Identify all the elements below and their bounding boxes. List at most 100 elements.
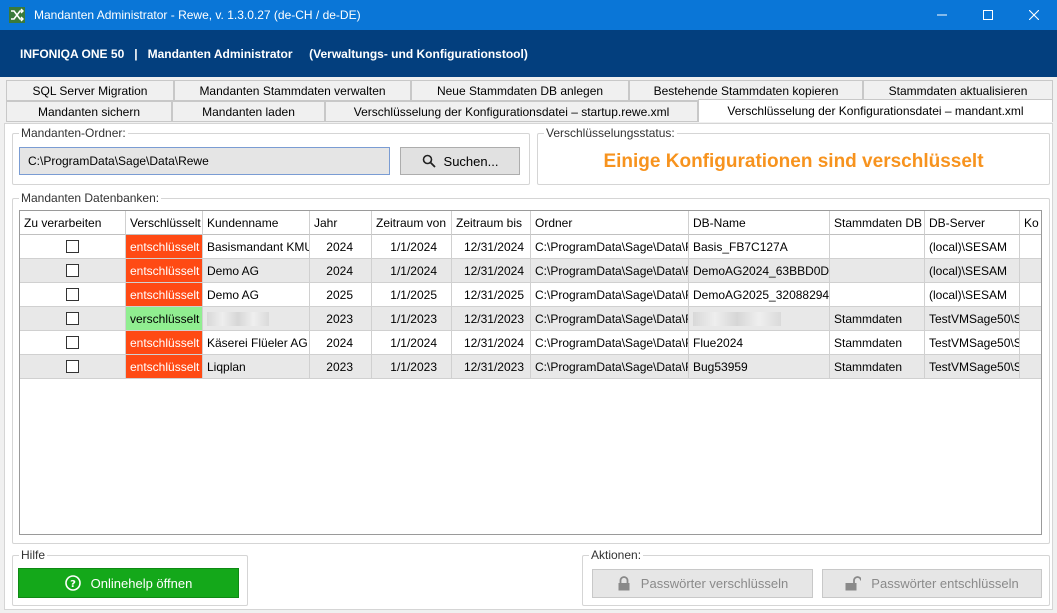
folder-group-label: Mandanten-Ordner: <box>19 126 128 140</box>
period-to: 12/31/2024 <box>452 331 531 355</box>
encrypt-passwords-button[interactable]: Passwörter verschlüsseln <box>592 569 813 598</box>
year: 2025 <box>310 283 372 307</box>
db-server: (local)\SESAM <box>925 259 1020 283</box>
row-checkbox[interactable] <box>66 312 79 325</box>
column-header[interactable]: DB-Name <box>689 211 830 235</box>
tab-label: Verschlüsselung der Konfigurationsdatei … <box>727 104 1024 118</box>
period-to: 12/31/2024 <box>452 259 531 283</box>
table-row[interactable]: entschlüsselt Liqplan 2023 1/1/2023 12/3… <box>20 355 1041 379</box>
redacted-block <box>693 311 781 326</box>
column-header[interactable]: Stammdaten DB <box>830 211 925 235</box>
folder-path: C:\ProgramData\Sage\Data\R <box>531 307 689 331</box>
encryption-state: entschlüsselt <box>126 259 203 283</box>
close-button[interactable] <box>1011 0 1057 30</box>
master-db: Stammdaten <box>830 331 925 355</box>
period-from: 1/1/2023 <box>372 355 452 379</box>
tab-label: Verschlüsselung der Konfigurationsdatei … <box>353 104 670 119</box>
period-from: 1/1/2024 <box>372 235 452 259</box>
help-circle-icon: ? <box>64 575 81 591</box>
row-checkbox[interactable] <box>66 264 79 277</box>
period-from: 1/1/2024 <box>372 331 452 355</box>
close-icon <box>1029 10 1039 20</box>
tab-mandanten-laden[interactable]: Mandanten laden <box>172 101 325 122</box>
databases-grid: Zu verarbeiten Verschlüsselt Kundenname … <box>19 210 1042 535</box>
folder-path: C:\ProgramData\Sage\Data\R <box>531 283 689 307</box>
minimize-button[interactable] <box>919 0 965 30</box>
customer-name: Käserei Flüeler AG <box>203 331 310 355</box>
tab-neue-stammdaten-db[interactable]: Neue Stammdaten DB anlegen <box>411 80 629 101</box>
row-checkbox[interactable] <box>66 288 79 301</box>
tab-label: Mandanten Stammdaten verwalten <box>199 83 386 98</box>
table-row[interactable]: entschlüsselt Demo AG 2025 1/1/2025 12/3… <box>20 283 1041 307</box>
column-header[interactable]: Ordner <box>531 211 689 235</box>
customer-name: Basismandant KMU <box>203 235 310 259</box>
onlinehelp-label: Onlinehelp öffnen <box>90 575 193 591</box>
folder-path-value: C:\ProgramData\Sage\Data\Rewe <box>28 154 209 168</box>
tab-strip: SQL Server Migration Mandanten Stammdate… <box>0 80 1057 124</box>
minimize-icon <box>937 14 947 16</box>
period-to: 12/31/2025 <box>452 283 531 307</box>
tab-stammdaten-aktualisieren[interactable]: Stammdaten aktualisieren <box>863 80 1053 101</box>
grid-header-row: Zu verarbeiten Verschlüsselt Kundenname … <box>20 211 1041 235</box>
encryption-state: entschlüsselt <box>126 331 203 355</box>
encryption-status-text: Einige Konfigurationen sind verschlüssel… <box>603 151 984 172</box>
lock-icon <box>618 576 630 591</box>
tab-sql-server-migration[interactable]: SQL Server Migration <box>6 80 174 101</box>
period-from: 1/1/2025 <box>372 283 452 307</box>
maximize-button[interactable] <box>965 0 1011 30</box>
db-name-redacted <box>689 307 830 331</box>
tab-verschluesselung-startup[interactable]: Verschlüsselung der Konfigurationsdatei … <box>325 101 698 122</box>
tab-label: Neue Stammdaten DB anlegen <box>436 83 604 98</box>
row-checkbox[interactable] <box>66 360 79 373</box>
table-row[interactable]: entschlüsselt Basismandant KMU 2024 1/1/… <box>20 235 1041 259</box>
tab-bestehende-stammdaten-kopieren[interactable]: Bestehende Stammdaten kopieren <box>629 80 863 101</box>
db-name: Bug53959 <box>689 355 830 379</box>
help-group-label: Hilfe <box>19 548 48 562</box>
column-header[interactable]: Zeitraum von <box>372 211 452 235</box>
folder-path: C:\ProgramData\Sage\Data\R <box>531 235 689 259</box>
decrypt-passwords-button[interactable]: Passwörter entschlüsseln <box>822 569 1042 598</box>
column-header[interactable]: Jahr <box>310 211 372 235</box>
master-db: Stammdaten <box>830 355 925 379</box>
period-from: 1/1/2023 <box>372 307 452 331</box>
window-title: Mandanten Administrator - Rewe, v. 1.3.0… <box>34 8 361 22</box>
search-button[interactable]: Suchen... <box>400 147 520 175</box>
column-header[interactable]: Zeitraum bis <box>452 211 531 235</box>
tab-mandanten-sichern[interactable]: Mandanten sichern <box>6 101 172 122</box>
svg-text:?: ? <box>70 579 76 590</box>
db-server: TestVMSage50\SE <box>925 355 1020 379</box>
tab-label: Mandanten laden <box>202 104 295 119</box>
onlinehelp-button[interactable]: ? Onlinehelp öffnen <box>18 568 239 598</box>
db-server: (local)\SESAM <box>925 235 1020 259</box>
encryption-state: entschlüsselt <box>126 283 203 307</box>
status-group-label: Verschlüsselungsstatus: <box>544 126 677 140</box>
year: 2024 <box>310 331 372 355</box>
period-to: 12/31/2023 <box>452 355 531 379</box>
app-shuffle-icon <box>8 6 26 24</box>
table-row[interactable]: entschlüsselt Demo AG 2024 1/1/2024 12/3… <box>20 259 1041 283</box>
period-to: 12/31/2023 <box>452 307 531 331</box>
db-server: TestVMSage50\SE <box>925 331 1020 355</box>
year: 2023 <box>310 307 372 331</box>
maximize-icon <box>983 10 993 20</box>
tab-verschluesselung-mandant[interactable]: Verschlüsselung der Konfigurationsdatei … <box>698 99 1053 122</box>
tab-mandanten-stammdaten-verwalten[interactable]: Mandanten Stammdaten verwalten <box>174 80 411 101</box>
year: 2023 <box>310 355 372 379</box>
column-header[interactable]: Verschlüsselt <box>126 211 203 235</box>
column-header[interactable]: Zu verarbeiten <box>20 211 126 235</box>
db-name: DemoAG2025_32088294 <box>689 283 830 307</box>
customer-name: Demo AG <box>203 259 310 283</box>
column-header[interactable]: DB-Server <box>925 211 1020 235</box>
period-to: 12/31/2024 <box>452 235 531 259</box>
customer-name-redacted <box>203 307 310 331</box>
folder-path-input[interactable]: C:\ProgramData\Sage\Data\Rewe <box>19 147 390 175</box>
table-row[interactable]: entschlüsselt Käserei Flüeler AG 2024 1/… <box>20 331 1041 355</box>
year: 2024 <box>310 235 372 259</box>
search-button-label: Suchen... <box>443 153 499 169</box>
column-header[interactable]: Kundenname <box>203 211 310 235</box>
row-checkbox[interactable] <box>66 336 79 349</box>
column-header[interactable]: Ko <box>1020 211 1041 235</box>
db-server: TestVMSage50\SE <box>925 307 1020 331</box>
row-checkbox[interactable] <box>66 240 79 253</box>
table-row[interactable]: verschlüsselt 2023 1/1/2023 12/31/2023 C… <box>20 307 1041 331</box>
